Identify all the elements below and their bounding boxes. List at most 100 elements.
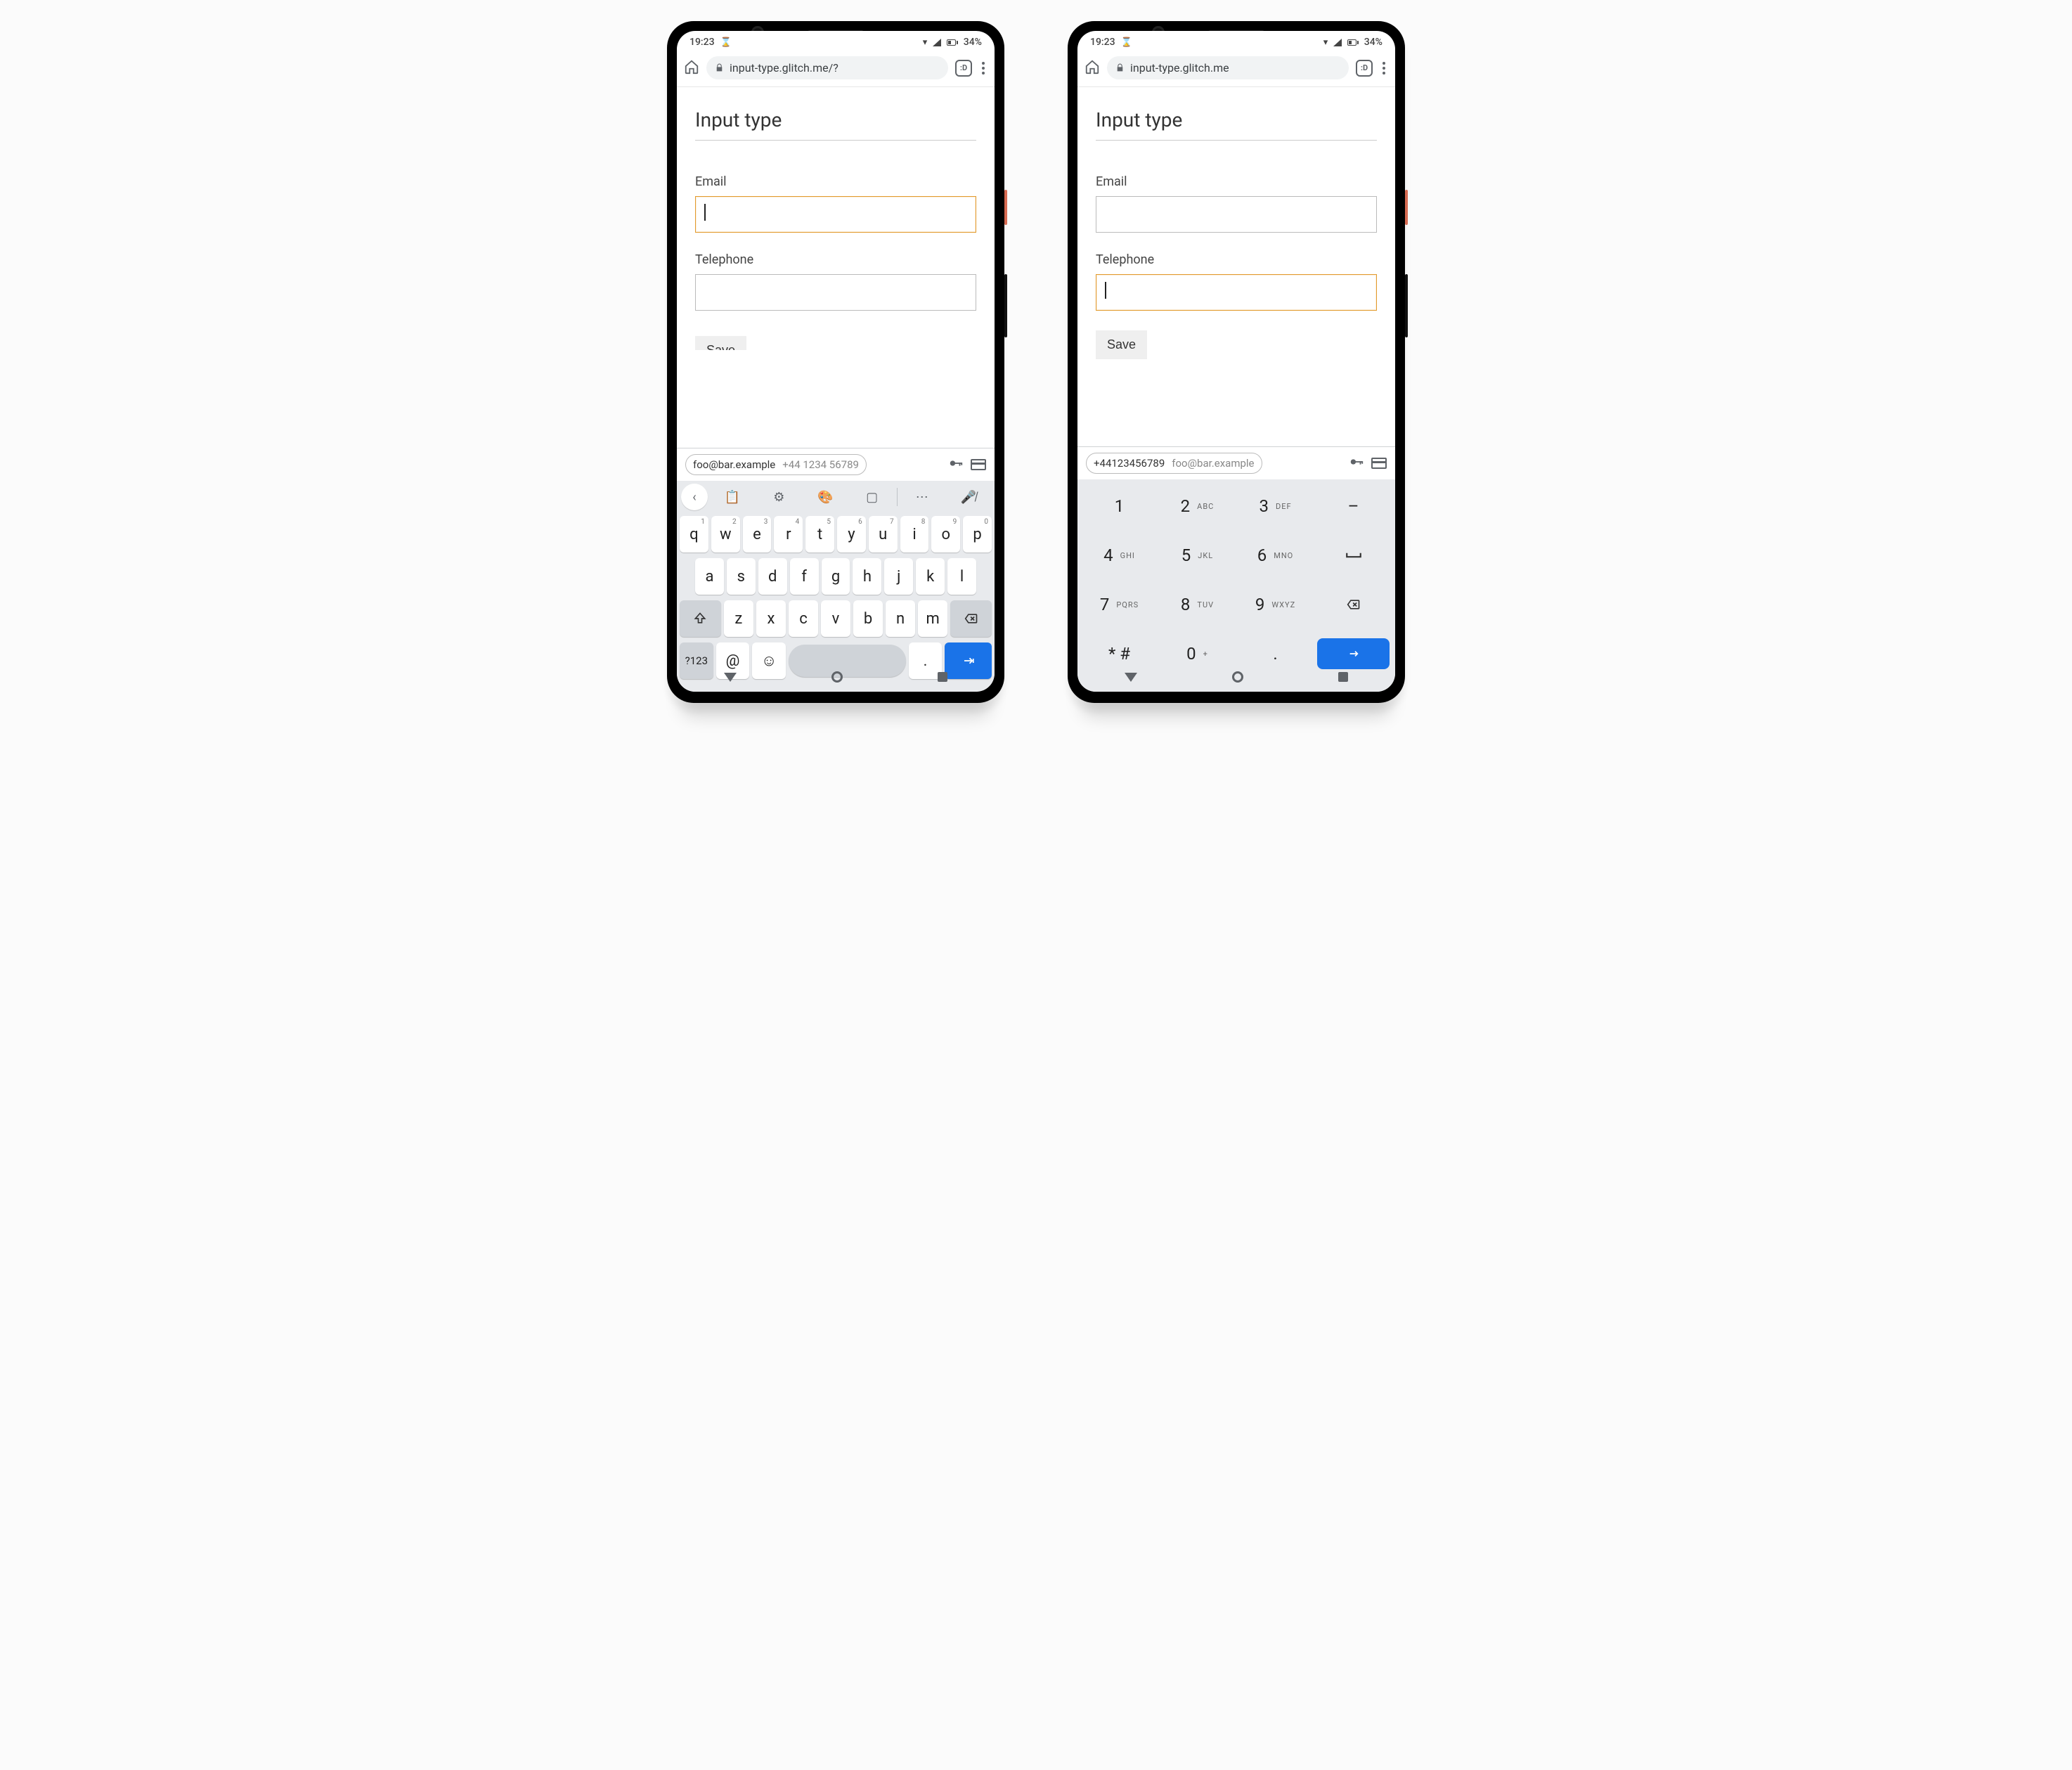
browser-toolbar: input-type.glitch.me :D <box>1077 52 1395 87</box>
status-bar: 19:23 ⌛ ▾ 34% <box>677 31 995 52</box>
numkey-3[interactable]: 3DEF <box>1239 486 1312 526</box>
key-a[interactable]: a <box>695 558 724 595</box>
more-icon[interactable]: ⋯ <box>900 484 944 510</box>
overflow-menu-icon[interactable] <box>979 59 988 77</box>
kb-back-icon[interactable]: ‹ <box>681 484 708 510</box>
at-key[interactable]: @ <box>716 642 750 679</box>
autofill-suggestion-bar: +44123456789 foo@bar.example <box>1077 447 1395 479</box>
wifi-icon: ▾ <box>923 37 928 48</box>
battery-percent: 34% <box>1364 37 1383 48</box>
key-icon[interactable] <box>948 456 964 474</box>
key-q[interactable]: q1 <box>680 516 708 553</box>
space-key[interactable] <box>1317 536 1390 575</box>
signal-icon <box>933 39 941 46</box>
backspace-key[interactable] <box>950 600 992 637</box>
status-time: 19:23 <box>689 37 715 48</box>
home-icon[interactable] <box>684 59 699 77</box>
key-b[interactable]: b <box>853 600 883 637</box>
numkey-5[interactable]: 5JKL <box>1161 536 1234 575</box>
tab-switcher[interactable]: :D <box>1356 60 1373 77</box>
key-y[interactable]: y6 <box>837 516 866 553</box>
emoji-key[interactable]: ☺ <box>752 642 786 679</box>
key-x[interactable]: x <box>756 600 786 637</box>
email-label: Email <box>695 174 976 189</box>
power-button <box>1405 190 1408 225</box>
card-icon[interactable] <box>971 459 986 470</box>
numkey-4[interactable]: 4GHI <box>1083 536 1155 575</box>
numkey-.[interactable]: . <box>1239 634 1312 673</box>
key-p[interactable]: p0 <box>963 516 992 553</box>
key-h[interactable]: h <box>853 558 881 595</box>
shift-key[interactable] <box>680 600 721 637</box>
key-r[interactable]: r4 <box>774 516 803 553</box>
enter-key[interactable] <box>945 642 992 679</box>
gear-icon[interactable]: ⚙ <box>757 484 801 510</box>
signal-icon <box>1333 39 1342 46</box>
hourglass-icon: ⌛ <box>1121 37 1132 48</box>
numkey-2[interactable]: 2ABC <box>1161 486 1234 526</box>
address-bar[interactable]: input-type.glitch.me <box>1107 56 1349 79</box>
numkey-6[interactable]: 6MNO <box>1239 536 1312 575</box>
key-g[interactable]: g <box>822 558 850 595</box>
key-w[interactable]: w2 <box>711 516 740 553</box>
key-icon[interactable] <box>1349 454 1364 472</box>
key-d[interactable]: d <box>758 558 787 595</box>
power-button <box>1004 190 1007 225</box>
key-j[interactable]: j <box>884 558 913 595</box>
key-s[interactable]: s <box>727 558 756 595</box>
lock-icon <box>715 63 724 72</box>
card-icon[interactable] <box>1371 458 1387 469</box>
tab-switcher[interactable]: :D <box>955 60 972 77</box>
key-u[interactable]: u7 <box>869 516 898 553</box>
period-key[interactable]: . <box>909 642 943 679</box>
key-k[interactable]: k <box>916 558 945 595</box>
palette-icon[interactable]: 🎨 <box>803 484 847 510</box>
address-bar[interactable]: input-type.glitch.me/? <box>706 56 948 79</box>
numkey-–[interactable]: – <box>1317 486 1390 526</box>
mic-off-icon[interactable]: 🎤̸ <box>947 484 990 510</box>
save-button[interactable]: Save <box>1096 330 1147 359</box>
telephone-field[interactable] <box>1096 274 1377 311</box>
sticker-icon[interactable]: ▢ <box>850 484 894 510</box>
numkey-9[interactable]: 9WXYZ <box>1239 585 1312 624</box>
numkey-8[interactable]: 8TUV <box>1161 585 1234 624</box>
browser-toolbar: input-type.glitch.me/? :D <box>677 52 995 87</box>
volume-button <box>1004 274 1007 337</box>
clipboard-icon[interactable]: 📋 <box>711 484 754 510</box>
email-field[interactable] <box>1096 196 1377 233</box>
keyboard-toolbar: ‹ 📋 ⚙ 🎨 ▢ ⋯ 🎤̸ <box>677 481 995 513</box>
numkey-7[interactable]: 7PQRS <box>1083 585 1155 624</box>
key-c[interactable]: c <box>789 600 818 637</box>
key-m[interactable]: m <box>918 600 947 637</box>
numkey-1[interactable]: 1 <box>1083 486 1155 526</box>
battery-icon <box>947 39 958 46</box>
backspace-key[interactable] <box>1317 585 1390 624</box>
key-i[interactable]: i8 <box>900 516 929 553</box>
symbols-key[interactable]: ?123 <box>680 642 713 679</box>
key-t[interactable]: t5 <box>805 516 834 553</box>
numkey-0[interactable]: 0+ <box>1161 634 1234 673</box>
telephone-field[interactable] <box>695 274 976 311</box>
email-field[interactable] <box>695 196 976 233</box>
page-title: Input type <box>1096 108 1377 141</box>
key-v[interactable]: v <box>821 600 850 637</box>
home-icon[interactable] <box>1084 59 1100 77</box>
telephone-label: Telephone <box>695 252 976 267</box>
key-l[interactable]: l <box>947 558 976 595</box>
volume-button <box>1405 274 1408 337</box>
email-label: Email <box>1096 174 1377 189</box>
status-time: 19:23 <box>1090 37 1115 48</box>
key-e[interactable]: e3 <box>743 516 772 553</box>
numkey-*#[interactable]: * # <box>1083 634 1155 673</box>
save-button[interactable]: Save <box>695 336 746 350</box>
autofill-chip[interactable]: foo@bar.example +44 1234 56789 <box>685 454 867 475</box>
url-text: input-type.glitch.me/? <box>730 61 838 75</box>
overflow-menu-icon[interactable] <box>1380 59 1388 77</box>
key-n[interactable]: n <box>886 600 915 637</box>
key-z[interactable]: z <box>724 600 753 637</box>
key-o[interactable]: o9 <box>931 516 960 553</box>
space-key[interactable] <box>789 645 906 677</box>
key-f[interactable]: f <box>790 558 819 595</box>
enter-key[interactable] <box>1317 638 1390 669</box>
autofill-chip[interactable]: +44123456789 foo@bar.example <box>1086 453 1262 474</box>
